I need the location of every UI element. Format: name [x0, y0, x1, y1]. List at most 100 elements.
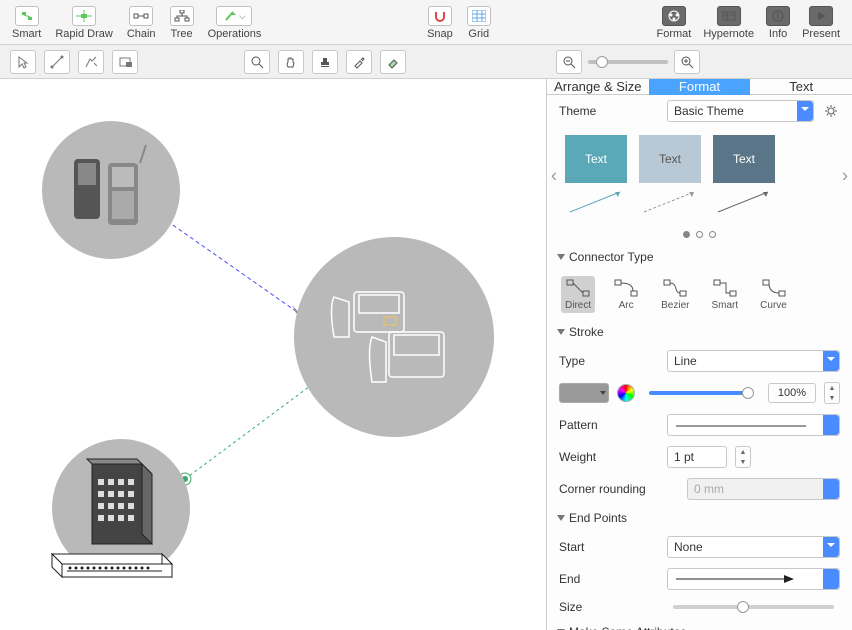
- size-slider[interactable]: [673, 605, 834, 609]
- preset-3[interactable]: Text: [713, 135, 775, 217]
- theme-select[interactable]: Basic Theme: [667, 100, 814, 122]
- preset-1-box: Text: [565, 135, 627, 183]
- zoom-out-button[interactable]: [556, 50, 582, 74]
- info-button[interactable]: i Info: [760, 4, 796, 42]
- theme-settings-icon[interactable]: [822, 102, 840, 120]
- smart-label: Smart: [12, 28, 41, 40]
- preset-2-box: Text: [639, 135, 701, 183]
- pointer-tool[interactable]: [10, 50, 36, 74]
- opacity-slider[interactable]: [649, 391, 754, 395]
- info-icon: i: [766, 6, 790, 26]
- makesame-header[interactable]: Make Same Attributes: [547, 619, 852, 630]
- grid-button[interactable]: Grid: [461, 4, 497, 42]
- container-tool[interactable]: [112, 50, 138, 74]
- snap-icon: [428, 6, 452, 26]
- endpoints-header[interactable]: End Points: [547, 505, 852, 531]
- canvas[interactable]: [0, 79, 547, 630]
- stroke-color-button[interactable]: [559, 383, 609, 403]
- edit-tool[interactable]: [78, 50, 104, 74]
- grid-icon: [467, 6, 491, 26]
- zoom-tool[interactable]: [244, 50, 270, 74]
- line-tool[interactable]: [44, 50, 70, 74]
- hypernote-button[interactable]: Hypernote: [697, 4, 760, 42]
- stamp-tool[interactable]: [312, 50, 338, 74]
- rapid-draw-button[interactable]: Rapid Draw: [49, 4, 118, 42]
- end-label: End: [559, 572, 659, 586]
- size-label: Size: [559, 600, 659, 614]
- connector-direct[interactable]: Direct: [561, 276, 595, 313]
- tab-arrange[interactable]: Arrange & Size: [547, 79, 649, 95]
- chain-label: Chain: [127, 28, 156, 40]
- presets-prev[interactable]: ‹: [551, 166, 557, 187]
- svg-text:i: i: [777, 10, 780, 22]
- present-label: Present: [802, 28, 840, 40]
- connector-curve[interactable]: Curve: [756, 276, 791, 313]
- dot-3[interactable]: [709, 231, 716, 238]
- operations-button[interactable]: ⌵ Operations: [202, 4, 268, 42]
- tab-format[interactable]: Format: [649, 79, 751, 95]
- phones-node[interactable]: [42, 121, 180, 259]
- tab-text[interactable]: Text: [750, 79, 852, 95]
- preset-2[interactable]: Text: [639, 135, 701, 217]
- corner-label: Corner rounding: [559, 482, 679, 496]
- preset-3-arrow-icon: [713, 187, 775, 217]
- start-label: Start: [559, 540, 659, 554]
- stroke-type-select[interactable]: Line: [667, 350, 840, 372]
- eyedropper-tool[interactable]: [346, 50, 372, 74]
- eraser-tool[interactable]: [380, 50, 406, 74]
- connector-type-header[interactable]: Connector Type: [547, 244, 852, 270]
- format-icon: [662, 6, 686, 26]
- preset-2-arrow-icon: [639, 187, 701, 217]
- smart-button[interactable]: Smart: [6, 4, 47, 42]
- snap-label: Snap: [427, 28, 453, 40]
- format-toolbar-label: Format: [656, 28, 691, 40]
- dot-2[interactable]: [696, 231, 703, 238]
- opacity-value[interactable]: 100%: [768, 383, 816, 403]
- tree-icon: [170, 6, 194, 26]
- zoom-in-button[interactable]: [674, 50, 700, 74]
- deskphones-node[interactable]: [294, 237, 494, 437]
- start-select[interactable]: None: [667, 536, 840, 558]
- hand-tool[interactable]: [278, 50, 304, 74]
- weight-stepper[interactable]: ▲▼: [735, 446, 751, 468]
- corner-value: 0 mm: [694, 482, 724, 496]
- zoom-slider[interactable]: [588, 60, 668, 64]
- info-label: Info: [769, 28, 787, 40]
- connector-bezier[interactable]: Bezier: [657, 276, 693, 313]
- operations-label: Operations: [208, 28, 262, 40]
- present-button[interactable]: Present: [796, 4, 846, 42]
- tree-label: Tree: [170, 28, 192, 40]
- preset-3-box: Text: [713, 135, 775, 183]
- operations-icon: ⌵: [216, 6, 252, 26]
- snap-button[interactable]: Snap: [421, 4, 459, 42]
- chain-icon: [129, 6, 153, 26]
- inspector-panel: Arrange & Size Format Text Theme Basic T…: [547, 79, 852, 630]
- presets-next[interactable]: ›: [842, 166, 848, 187]
- color-wheel-icon[interactable]: [617, 384, 635, 402]
- weight-label: Weight: [559, 450, 659, 464]
- weight-value: 1 pt: [674, 450, 694, 464]
- grid-label: Grid: [468, 28, 489, 40]
- present-icon: [809, 6, 833, 26]
- pattern-select[interactable]: [667, 414, 840, 436]
- connector-arc[interactable]: Arc: [609, 276, 643, 313]
- weight-input[interactable]: 1 pt: [667, 446, 727, 468]
- stroke-header[interactable]: Stroke: [547, 319, 852, 345]
- opacity-stepper[interactable]: ▲▼: [824, 382, 840, 404]
- format-toolbar-button[interactable]: Format: [650, 4, 697, 42]
- chain-button[interactable]: Chain: [121, 4, 162, 42]
- end-select[interactable]: [667, 568, 840, 590]
- theme-label: Theme: [559, 104, 659, 118]
- dot-1[interactable]: [683, 231, 690, 238]
- preset-1[interactable]: Text: [565, 135, 627, 217]
- rapid-draw-label: Rapid Draw: [55, 28, 112, 40]
- main-toolbar: Smart Rapid Draw Chain Tree ⌵ Operations…: [0, 0, 852, 45]
- corner-select: 0 mm: [687, 478, 840, 500]
- preset-page-dots: [547, 225, 852, 244]
- stroke-type-label: Type: [559, 354, 659, 368]
- theme-value: Basic Theme: [674, 104, 744, 118]
- building-node[interactable]: [52, 439, 190, 577]
- connector-smart[interactable]: Smart: [707, 276, 742, 313]
- rapid-draw-icon: [72, 6, 96, 26]
- tree-button[interactable]: Tree: [164, 4, 200, 42]
